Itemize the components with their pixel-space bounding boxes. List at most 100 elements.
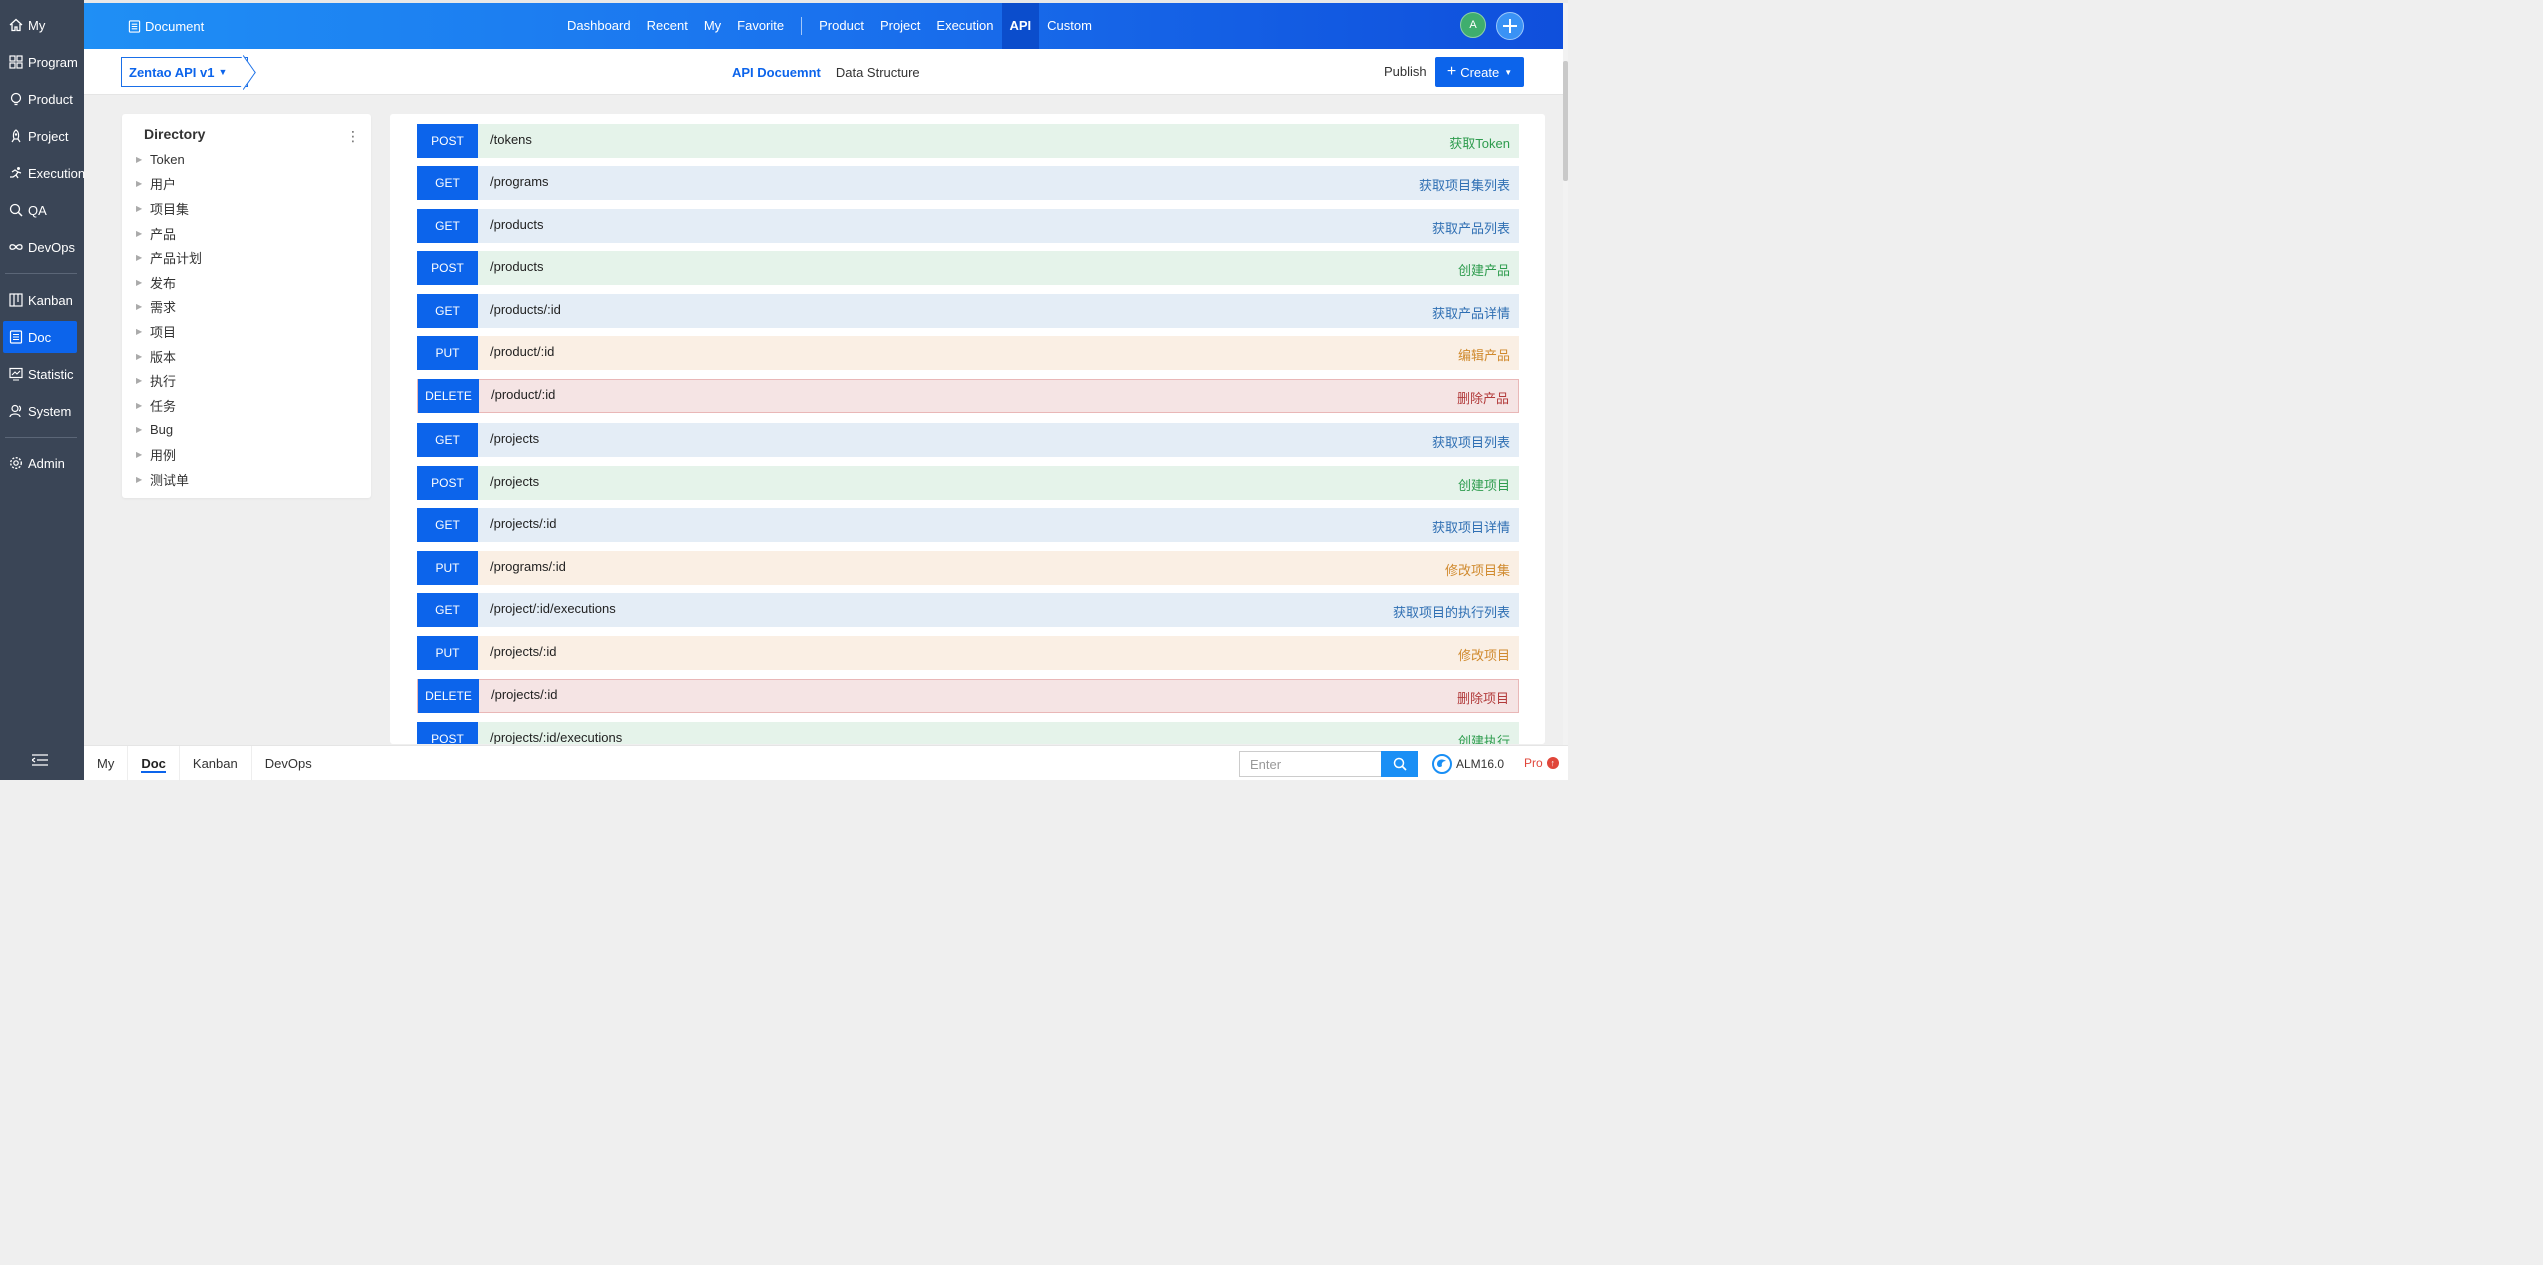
api-row[interactable]: DELETE /projects/:id 删除项目	[417, 679, 1519, 713]
api-row[interactable]: GET /products 获取产品列表	[417, 209, 1519, 243]
sidebar-item-execution[interactable]: Execution	[3, 157, 85, 189]
sidebar-item-doc[interactable]: Doc	[3, 321, 77, 353]
nav-custom[interactable]: Custom	[1039, 3, 1100, 49]
tree-item[interactable]: ▶ 产品	[136, 221, 202, 246]
sidebar-item-my[interactable]: My	[3, 9, 77, 41]
tree-item[interactable]: ▶ 版本	[136, 344, 202, 369]
global-create-button[interactable]	[1496, 12, 1524, 40]
api-description: 获取产品列表	[1431, 221, 1510, 236]
tab-data-structure[interactable]: Data Structure	[836, 65, 920, 80]
sidebar-item-admin[interactable]: Admin	[3, 447, 77, 479]
sidebar-item-statistic[interactable]: Statistic	[3, 358, 77, 390]
api-row[interactable]: GET /projects/:id 获取项目详情	[417, 508, 1519, 542]
bottom-tab-doc[interactable]: Doc	[128, 746, 180, 781]
edition-badge[interactable]: Pro ↑	[1524, 756, 1559, 770]
tree-item[interactable]: ▶ 用例	[136, 442, 202, 467]
api-path: /products	[490, 258, 544, 274]
api-row[interactable]: GET /programs 获取项目集列表	[417, 166, 1519, 200]
api-description: 获取项目列表	[1431, 435, 1510, 450]
api-row[interactable]: DELETE /product/:id 删除产品	[417, 379, 1519, 413]
avatar[interactable]: A	[1460, 12, 1486, 38]
tree-item-label: Bug	[150, 422, 174, 438]
api-path: /products	[490, 216, 544, 232]
method-badge: PUT	[417, 336, 478, 370]
nav-recent[interactable]: Recent	[639, 3, 696, 49]
tree-item[interactable]: ▶ 产品计划	[136, 245, 202, 270]
page-scrollbar[interactable]	[1563, 3, 1568, 745]
chevron-down-icon: ▼	[1504, 67, 1513, 77]
tree-item[interactable]: ▶ Token	[136, 147, 202, 172]
tree-item[interactable]: ▶ 执行	[136, 368, 202, 393]
nav-execution[interactable]: Execution	[928, 3, 1001, 49]
nav-separator	[801, 17, 803, 35]
nav-api[interactable]: API	[1001, 3, 1040, 49]
api-row[interactable]: POST /projects 创建项目	[417, 466, 1519, 500]
publish-button[interactable]: Publish	[1384, 64, 1427, 79]
tree-item[interactable]: ▶ Bug	[136, 418, 202, 443]
more-icon[interactable]: ⋮	[346, 128, 360, 144]
method-badge: POST	[417, 466, 478, 500]
tree-item-label: 产品计划	[150, 251, 203, 267]
method-badge: DELETE	[418, 379, 479, 413]
tree-item[interactable]: ▶ 项目	[136, 319, 202, 344]
nav-product[interactable]: Product	[811, 3, 872, 49]
sidebar-item-product[interactable]: Product	[3, 83, 77, 115]
tree-item[interactable]: ▶ 项目集	[136, 196, 202, 221]
sidebar-item-label: Program	[28, 54, 78, 70]
scrollbar-thumb[interactable]	[1563, 61, 1568, 181]
library-select-label: Zentao API v1	[129, 64, 215, 80]
api-row[interactable]: POST /products 创建产品	[417, 251, 1519, 285]
rocket-icon	[9, 129, 23, 143]
nav-my[interactable]: My	[696, 3, 729, 49]
tree-item[interactable]: ▶ 用户	[136, 172, 202, 197]
sidebar-item-project[interactable]: Project	[3, 120, 77, 152]
search-button[interactable]	[1381, 751, 1418, 777]
caret-right-icon: ▶	[136, 425, 143, 435]
tree-item[interactable]: ▶ 需求	[136, 295, 202, 320]
bottom-tab-kanban[interactable]: Kanban	[180, 746, 252, 781]
caret-right-icon: ▶	[136, 179, 143, 189]
sidebar-divider	[5, 437, 77, 438]
bottom-tab-my[interactable]: My	[84, 746, 129, 781]
method-badge: GET	[417, 209, 478, 243]
version-info[interactable]: ALM16.0	[1432, 754, 1504, 774]
api-row[interactable]: GET /products/:id 获取产品详情	[417, 294, 1519, 328]
sidebar-item-label: Doc	[28, 329, 52, 345]
bottom-bar: My Doc Kanban DevOps ALM16.0 Pro ↑	[84, 745, 1568, 781]
api-row[interactable]: POST /projects/:id/executions 创建执行	[417, 722, 1519, 744]
tab-api-document[interactable]: API Docuemnt	[732, 65, 821, 80]
sidebar-item-system[interactable]: System	[3, 395, 77, 427]
api-row[interactable]: PUT /programs/:id 修改项目集	[417, 551, 1519, 585]
api-row[interactable]: GET /projects 获取项目列表	[417, 423, 1519, 457]
api-row[interactable]: GET /project/:id/executions 获取项目的执行列表	[417, 593, 1519, 627]
api-row[interactable]: PUT /projects/:id 修改项目	[417, 636, 1519, 670]
sidebar-item-devops[interactable]: DevOps	[3, 231, 77, 263]
tree-item[interactable]: ▶ 测试单	[136, 467, 202, 492]
sidebar-collapse-button[interactable]	[30, 752, 50, 768]
api-row[interactable]: PUT /product/:id 编辑产品	[417, 336, 1519, 370]
api-path: /projects/:id/executions	[490, 729, 623, 745]
sidebar-item-label: QA	[28, 202, 47, 218]
nav-project[interactable]: Project	[872, 3, 928, 49]
library-select[interactable]: Zentao API v1 ▼	[121, 57, 249, 87]
api-row[interactable]: POST /tokens 获取Token	[417, 124, 1519, 158]
nav-favorite[interactable]: Favorite	[729, 3, 792, 49]
search-input[interactable]	[1239, 751, 1382, 777]
app-title-label: Document	[145, 18, 205, 34]
method-badge: PUT	[417, 636, 478, 670]
tree-item-label: 用例	[150, 447, 177, 463]
sidebar-item-qa[interactable]: QA	[3, 194, 77, 226]
sidebar-item-program[interactable]: Program	[3, 46, 78, 78]
tree-item[interactable]: ▶ 发布	[136, 270, 202, 295]
sidebar-item-kanban[interactable]: Kanban	[3, 284, 77, 316]
api-description: 获取项目的执行列表	[1392, 605, 1510, 620]
api-description: 删除项目	[1456, 691, 1509, 706]
edition-label: Pro	[1524, 756, 1543, 770]
bottom-tab-devops[interactable]: DevOps	[252, 746, 325, 781]
api-description: 修改项目	[1457, 648, 1510, 663]
app-title[interactable]: Document	[128, 3, 204, 49]
tree-item[interactable]: ▶ 任务	[136, 393, 202, 418]
caret-right-icon: ▶	[136, 474, 143, 484]
nav-dashboard[interactable]: Dashboard	[559, 3, 639, 49]
create-button[interactable]: + Create ▼	[1435, 57, 1524, 87]
